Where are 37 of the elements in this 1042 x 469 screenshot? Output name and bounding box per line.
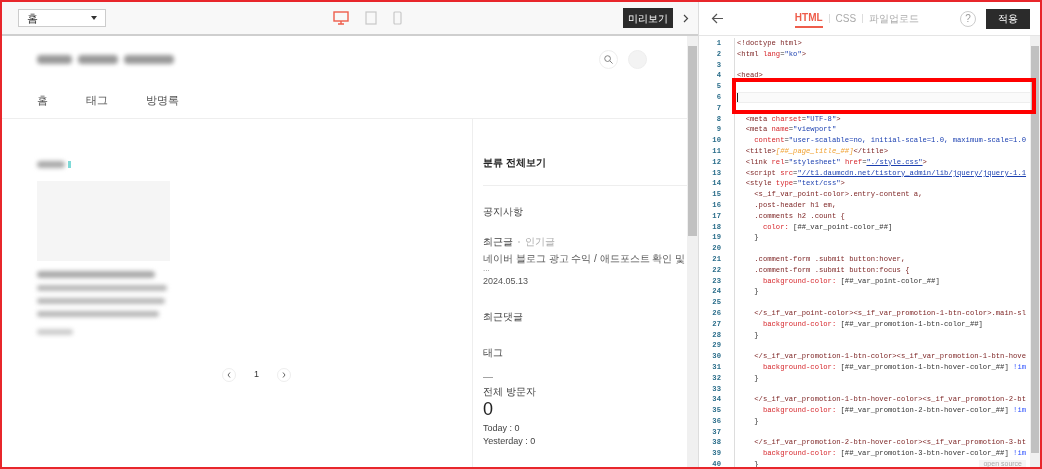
blurred-text: [37, 329, 73, 335]
blurred-text: [37, 161, 65, 168]
chevron-left-icon: [227, 372, 231, 378]
category-link[interactable]: 분류 전체보기: [483, 157, 687, 169]
sidebar-heading: 최근댓글: [483, 311, 524, 323]
today-count: Today : 0: [483, 422, 521, 434]
blurred-text: [124, 55, 174, 64]
page-select[interactable]: 홈: [18, 9, 106, 27]
blurred-text: [78, 55, 118, 64]
back-arrow-icon[interactable]: [711, 13, 724, 24]
scrollbar[interactable]: [687, 36, 698, 467]
preview-button[interactable]: 미리보기: [623, 8, 673, 28]
sidebar-heading: 공지사항: [483, 206, 524, 218]
recent-post-link[interactable]: 네이버 블로그 광고 수익 / 애드포스트 확인 및: [483, 253, 686, 265]
search-icon: [604, 55, 613, 64]
apply-button[interactable]: 적용: [986, 8, 1030, 29]
visitor-label: 전체 방문자: [483, 386, 537, 398]
sidebar-heading: 태그: [483, 347, 504, 359]
chevron-right-icon[interactable]: [682, 13, 689, 23]
caret-icon: [91, 16, 97, 20]
nav-link[interactable]: 방명록: [146, 92, 179, 109]
yesterday-count: Yesterday : 0: [483, 435, 537, 447]
dash-text: —: [483, 371, 494, 383]
nav-link[interactable]: 홈: [37, 92, 48, 109]
chevron-right-icon: [282, 372, 286, 378]
text-cursor: [737, 92, 738, 102]
sidebar-tab[interactable]: 최근글: [483, 236, 513, 248]
nav-link[interactable]: 태그: [86, 92, 108, 109]
monitor-icon[interactable]: [333, 11, 349, 25]
page-number[interactable]: 1: [254, 368, 259, 382]
ellipsis-text: ...: [483, 265, 491, 273]
scrollbar[interactable]: [1030, 36, 1040, 467]
visitor-count: 0: [483, 398, 494, 420]
blurred-text: [37, 55, 72, 64]
phone-icon[interactable]: [393, 11, 402, 25]
tablet-icon[interactable]: [365, 11, 377, 25]
post-date: 2024.05.13: [483, 275, 530, 287]
